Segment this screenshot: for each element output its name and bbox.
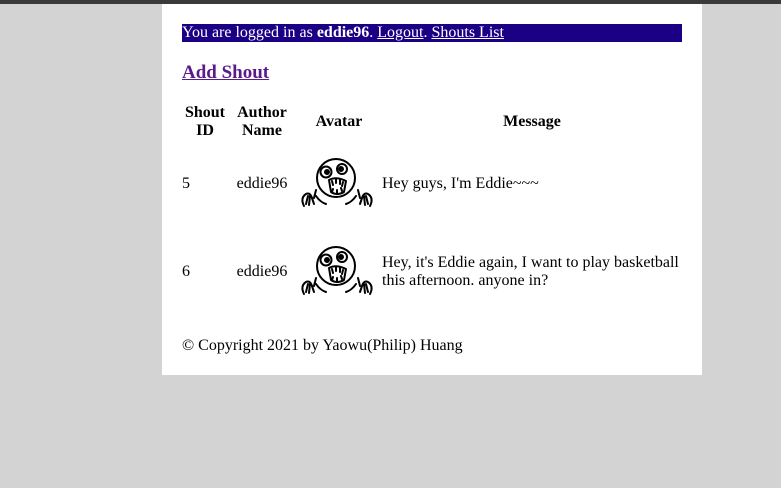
table-header-row: Shout ID Author Name Avatar Message — [182, 104, 682, 140]
shout-id-cell: 5 — [182, 175, 190, 192]
header-shout-id: Shout ID — [182, 104, 228, 140]
avatar-cell — [296, 228, 382, 316]
table-row: 6 eddie96 Hey, it's Eddie again, I want … — [182, 228, 682, 316]
login-period-2: . — [423, 24, 428, 41]
logout-link[interactable]: Logout — [377, 24, 423, 41]
shocked-face-avatar-icon — [301, 158, 373, 207]
add-shout-link[interactable]: Add Shout — [182, 62, 269, 84]
shout-id-cell: 6 — [182, 263, 190, 280]
shouts-list-link[interactable]: Shouts List — [431, 24, 503, 41]
shouts-table: Shout ID Author Name Avatar Message 5 ed… — [182, 104, 682, 316]
message-cell: Hey guys, I'm Eddie~~~ — [382, 175, 539, 192]
author-name-cell: eddie96 — [236, 263, 288, 280]
avatar-cell — [296, 140, 382, 228]
login-status-bar: You are logged in as eddie96. Logout. Sh… — [182, 24, 682, 42]
logged-in-username: eddie96 — [316, 24, 370, 41]
header-author-line2: Name — [242, 122, 282, 139]
header-shout-id-line2: ID — [196, 122, 214, 139]
content-panel: You are logged in as eddie96. Logout. Sh… — [162, 4, 702, 375]
login-period: . — [369, 24, 374, 41]
header-message: Message — [503, 113, 561, 130]
login-prefix-text: You are logged in as — [182, 24, 317, 41]
author-name-cell: eddie96 — [236, 175, 288, 192]
header-avatar: Avatar — [315, 113, 363, 130]
table-row: 5 eddie96 Hey guys, I'm Eddie~~~ — [182, 140, 682, 228]
message-cell: Hey, it's Eddie again, I want to play ba… — [382, 254, 679, 289]
header-author-name: Author Name — [228, 104, 296, 140]
copyright-footer: © Copyright 2021 by Yaowu(Philip) Huang — [182, 337, 463, 354]
shocked-face-avatar-icon — [301, 246, 373, 295]
header-author-line1: Author — [237, 104, 287, 121]
header-shout-id-line1: Shout — [184, 104, 226, 121]
